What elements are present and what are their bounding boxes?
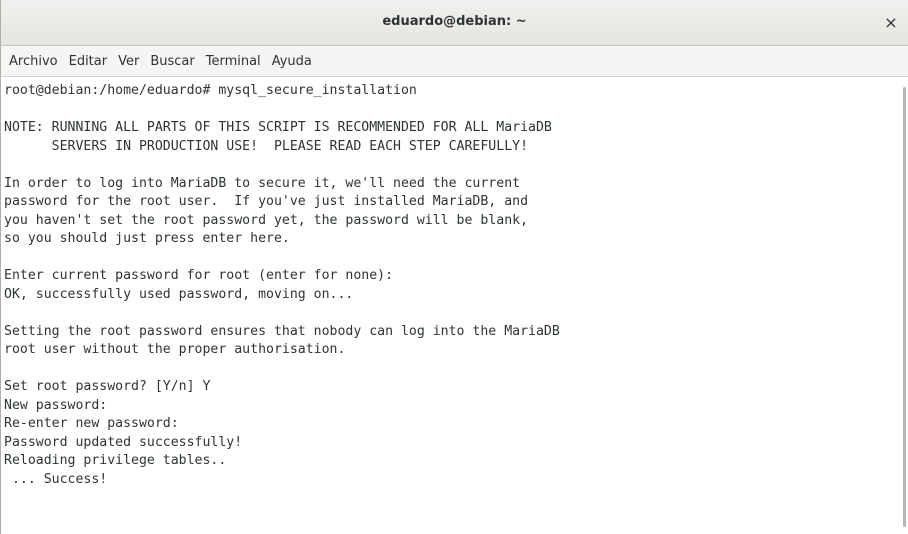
menu-editar[interactable]: Editar — [69, 54, 108, 69]
vertical-scrollbar[interactable] — [900, 77, 908, 534]
menu-bar: Archivo Editar Ver Buscar Terminal Ayuda — [0, 46, 908, 77]
menu-terminal[interactable]: Terminal — [206, 54, 261, 69]
title-bar[interactable]: eduardo@debian: ~ × — [0, 0, 908, 46]
terminal-line: Setting the root password ensures that n… — [4, 323, 560, 339]
window-title: eduardo@debian: ~ — [382, 14, 527, 29]
close-icon[interactable]: × — [880, 13, 902, 33]
terminal-line: password for the root user. If you've ju… — [4, 194, 529, 209]
terminal-output[interactable]: root@debian:/home/eduardo# mysql_secure_… — [0, 77, 900, 534]
terminal-line: root@debian:/home/eduardo# mysql_secure_… — [4, 83, 417, 98]
terminal-line: Password updated successfully! — [4, 434, 243, 450]
menu-ayuda[interactable]: Ayuda — [272, 54, 312, 69]
terminal-line: Set root password? [Y/n] Y — [4, 379, 211, 394]
menu-ver[interactable]: Ver — [118, 54, 139, 69]
terminal-line: NOTE: RUNNING ALL PARTS OF THIS SCRIPT I… — [4, 120, 552, 135]
terminal-line: Reloading privilege tables.. — [4, 453, 227, 468]
terminal-window: eduardo@debian: ~ × Archivo Editar Ver B… — [0, 0, 908, 534]
menu-archivo[interactable]: Archivo — [9, 54, 58, 69]
terminal-line: Re-enter new password: — [4, 416, 179, 431]
terminal-line: OK, successfully used password, moving o… — [4, 286, 354, 302]
terminal-line: SERVERS IN PRODUCTION USE! PLEASE READ E… — [4, 138, 529, 154]
terminal-line: In order to log into MariaDB to secure i… — [4, 175, 521, 191]
menu-buscar[interactable]: Buscar — [150, 54, 194, 69]
terminal-line: you haven't set the root password yet, t… — [4, 212, 529, 228]
terminal-line: ... Success! — [4, 471, 108, 487]
terminal-line: New password: — [4, 397, 108, 413]
terminal-line: root user without the proper authorisati… — [4, 342, 346, 357]
scrollbar-thumb[interactable] — [903, 87, 906, 527]
terminal-line: so you should just press enter here. — [4, 231, 290, 246]
terminal-line: Enter current password for root (enter f… — [4, 268, 394, 283]
